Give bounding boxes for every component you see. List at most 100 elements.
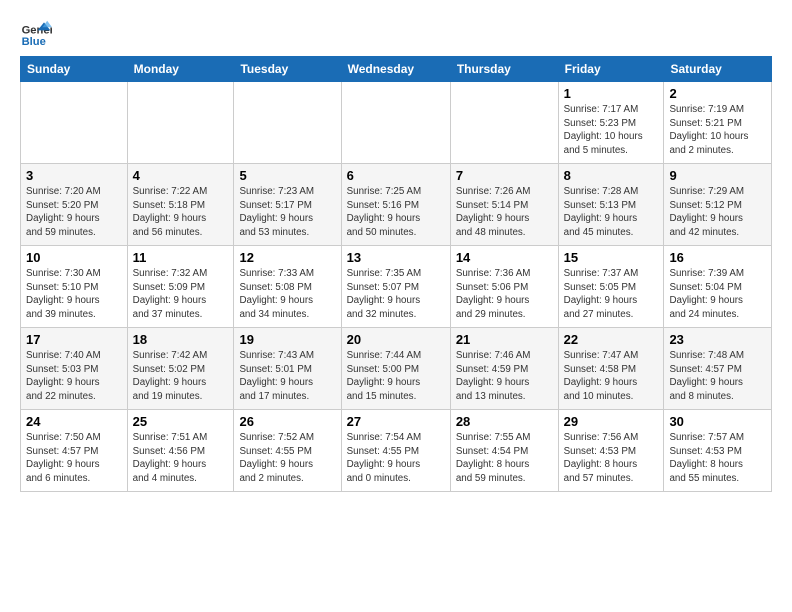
- day-number: 16: [669, 250, 766, 265]
- calendar-header-saturday: Saturday: [664, 57, 772, 82]
- calendar-cell: [450, 82, 558, 164]
- day-info: Sunrise: 7:48 AM Sunset: 4:57 PM Dayligh…: [669, 349, 766, 404]
- calendar-cell: 2 Sunrise: 7:19 AM Sunset: 5:21 PM Daylig…: [664, 82, 772, 164]
- calendar-header-tuesday: Tuesday: [234, 57, 341, 82]
- day-number: 5: [239, 168, 335, 183]
- calendar-cell: [127, 82, 234, 164]
- logo-icon: General Blue: [20, 16, 52, 48]
- calendar-cell: 27 Sunrise: 7:54 AM Sunset: 4:55 PM Dayli…: [341, 410, 450, 492]
- calendar-week-2: 10 Sunrise: 7:30 AM Sunset: 5:10 PM Dayli…: [21, 246, 772, 328]
- day-number: 22: [564, 332, 659, 347]
- day-number: 13: [347, 250, 445, 265]
- calendar-week-0: 1 Sunrise: 7:17 AM Sunset: 5:23 PM Daylig…: [21, 82, 772, 164]
- page-container: General Blue SundayMondayTuesdayWednesda…: [0, 0, 792, 502]
- calendar-header-monday: Monday: [127, 57, 234, 82]
- day-info: Sunrise: 7:37 AM Sunset: 5:05 PM Dayligh…: [564, 267, 659, 322]
- day-number: 4: [133, 168, 229, 183]
- calendar-cell: 1 Sunrise: 7:17 AM Sunset: 5:23 PM Daylig…: [558, 82, 664, 164]
- calendar-cell: 7 Sunrise: 7:26 AM Sunset: 5:14 PM Daylig…: [450, 164, 558, 246]
- calendar-cell: 19 Sunrise: 7:43 AM Sunset: 5:01 PM Dayli…: [234, 328, 341, 410]
- calendar-header-friday: Friday: [558, 57, 664, 82]
- day-number: 1: [564, 86, 659, 101]
- calendar-header-sunday: Sunday: [21, 57, 128, 82]
- day-info: Sunrise: 7:42 AM Sunset: 5:02 PM Dayligh…: [133, 349, 229, 404]
- calendar-header-thursday: Thursday: [450, 57, 558, 82]
- day-number: 15: [564, 250, 659, 265]
- day-info: Sunrise: 7:25 AM Sunset: 5:16 PM Dayligh…: [347, 185, 445, 240]
- day-number: 14: [456, 250, 553, 265]
- calendar-cell: 14 Sunrise: 7:36 AM Sunset: 5:06 PM Dayli…: [450, 246, 558, 328]
- day-info: Sunrise: 7:17 AM Sunset: 5:23 PM Dayligh…: [564, 103, 659, 158]
- day-info: Sunrise: 7:23 AM Sunset: 5:17 PM Dayligh…: [239, 185, 335, 240]
- calendar-cell: [341, 82, 450, 164]
- calendar-header-wednesday: Wednesday: [341, 57, 450, 82]
- day-info: Sunrise: 7:28 AM Sunset: 5:13 PM Dayligh…: [564, 185, 659, 240]
- day-number: 20: [347, 332, 445, 347]
- calendar-cell: 28 Sunrise: 7:55 AM Sunset: 4:54 PM Dayli…: [450, 410, 558, 492]
- day-info: Sunrise: 7:50 AM Sunset: 4:57 PM Dayligh…: [26, 431, 122, 486]
- calendar-cell: 16 Sunrise: 7:39 AM Sunset: 5:04 PM Dayli…: [664, 246, 772, 328]
- day-number: 17: [26, 332, 122, 347]
- day-number: 28: [456, 414, 553, 429]
- day-number: 27: [347, 414, 445, 429]
- day-number: 8: [564, 168, 659, 183]
- day-info: Sunrise: 7:56 AM Sunset: 4:53 PM Dayligh…: [564, 431, 659, 486]
- day-info: Sunrise: 7:26 AM Sunset: 5:14 PM Dayligh…: [456, 185, 553, 240]
- day-number: 30: [669, 414, 766, 429]
- calendar-cell: 13Sunrise: 7:35 AM Sunset: 5:07 PM Dayli…: [341, 246, 450, 328]
- day-info: Sunrise: 7:22 AM Sunset: 5:18 PM Dayligh…: [133, 185, 229, 240]
- calendar-cell: 12Sunrise: 7:33 AM Sunset: 5:08 PM Dayli…: [234, 246, 341, 328]
- calendar-cell: 17 Sunrise: 7:40 AM Sunset: 5:03 PM Dayli…: [21, 328, 128, 410]
- day-number: 9: [669, 168, 766, 183]
- day-number: 19: [239, 332, 335, 347]
- day-number: 6: [347, 168, 445, 183]
- calendar-cell: 4 Sunrise: 7:22 AM Sunset: 5:18 PM Daylig…: [127, 164, 234, 246]
- day-number: 2: [669, 86, 766, 101]
- day-info: Sunrise: 7:43 AM Sunset: 5:01 PM Dayligh…: [239, 349, 335, 404]
- calendar-cell: 10 Sunrise: 7:30 AM Sunset: 5:10 PM Dayli…: [21, 246, 128, 328]
- calendar-cell: [21, 82, 128, 164]
- header: General Blue: [20, 16, 772, 48]
- day-info: Sunrise: 7:36 AM Sunset: 5:06 PM Dayligh…: [456, 267, 553, 322]
- day-info: Sunrise: 7:54 AM Sunset: 4:55 PM Dayligh…: [347, 431, 445, 486]
- day-number: 23: [669, 332, 766, 347]
- day-number: 10: [26, 250, 122, 265]
- day-info: Sunrise: 7:33 AM Sunset: 5:08 PM Dayligh…: [239, 267, 335, 322]
- calendar-table: SundayMondayTuesdayWednesdayThursdayFrid…: [20, 56, 772, 492]
- calendar-cell: 5 Sunrise: 7:23 AM Sunset: 5:17 PM Daylig…: [234, 164, 341, 246]
- calendar-week-1: 3Sunrise: 7:20 AM Sunset: 5:20 PM Daylig…: [21, 164, 772, 246]
- calendar-cell: 29 Sunrise: 7:56 AM Sunset: 4:53 PM Dayli…: [558, 410, 664, 492]
- day-info: Sunrise: 7:29 AM Sunset: 5:12 PM Dayligh…: [669, 185, 766, 240]
- day-info: Sunrise: 7:20 AM Sunset: 5:20 PM Dayligh…: [26, 185, 122, 240]
- calendar-cell: 20 Sunrise: 7:44 AM Sunset: 5:00 PM Dayli…: [341, 328, 450, 410]
- logo: General Blue: [20, 16, 56, 48]
- calendar-header-row: SundayMondayTuesdayWednesdayThursdayFrid…: [21, 57, 772, 82]
- calendar-cell: 9 Sunrise: 7:29 AM Sunset: 5:12 PM Daylig…: [664, 164, 772, 246]
- day-number: 24: [26, 414, 122, 429]
- calendar-cell: 3Sunrise: 7:20 AM Sunset: 5:20 PM Daylig…: [21, 164, 128, 246]
- day-info: Sunrise: 7:57 AM Sunset: 4:53 PM Dayligh…: [669, 431, 766, 486]
- day-info: Sunrise: 7:40 AM Sunset: 5:03 PM Dayligh…: [26, 349, 122, 404]
- day-info: Sunrise: 7:44 AM Sunset: 5:00 PM Dayligh…: [347, 349, 445, 404]
- calendar-cell: 8 Sunrise: 7:28 AM Sunset: 5:13 PM Daylig…: [558, 164, 664, 246]
- day-number: 29: [564, 414, 659, 429]
- day-info: Sunrise: 7:19 AM Sunset: 5:21 PM Dayligh…: [669, 103, 766, 158]
- calendar-cell: 6 Sunrise: 7:25 AM Sunset: 5:16 PM Daylig…: [341, 164, 450, 246]
- day-number: 18: [133, 332, 229, 347]
- day-info: Sunrise: 7:30 AM Sunset: 5:10 PM Dayligh…: [26, 267, 122, 322]
- day-info: Sunrise: 7:52 AM Sunset: 4:55 PM Dayligh…: [239, 431, 335, 486]
- calendar-cell: 24 Sunrise: 7:50 AM Sunset: 4:57 PM Dayli…: [21, 410, 128, 492]
- calendar-cell: 23 Sunrise: 7:48 AM Sunset: 4:57 PM Dayli…: [664, 328, 772, 410]
- day-info: Sunrise: 7:55 AM Sunset: 4:54 PM Dayligh…: [456, 431, 553, 486]
- day-number: 25: [133, 414, 229, 429]
- calendar-week-4: 24 Sunrise: 7:50 AM Sunset: 4:57 PM Dayli…: [21, 410, 772, 492]
- calendar-cell: 18 Sunrise: 7:42 AM Sunset: 5:02 PM Dayli…: [127, 328, 234, 410]
- calendar-cell: 21Sunrise: 7:46 AM Sunset: 4:59 PM Dayli…: [450, 328, 558, 410]
- day-number: 11: [133, 250, 229, 265]
- calendar-cell: [234, 82, 341, 164]
- day-info: Sunrise: 7:39 AM Sunset: 5:04 PM Dayligh…: [669, 267, 766, 322]
- day-info: Sunrise: 7:32 AM Sunset: 5:09 PM Dayligh…: [133, 267, 229, 322]
- day-number: 7: [456, 168, 553, 183]
- calendar-week-3: 17 Sunrise: 7:40 AM Sunset: 5:03 PM Dayli…: [21, 328, 772, 410]
- day-info: Sunrise: 7:46 AM Sunset: 4:59 PM Dayligh…: [456, 349, 553, 404]
